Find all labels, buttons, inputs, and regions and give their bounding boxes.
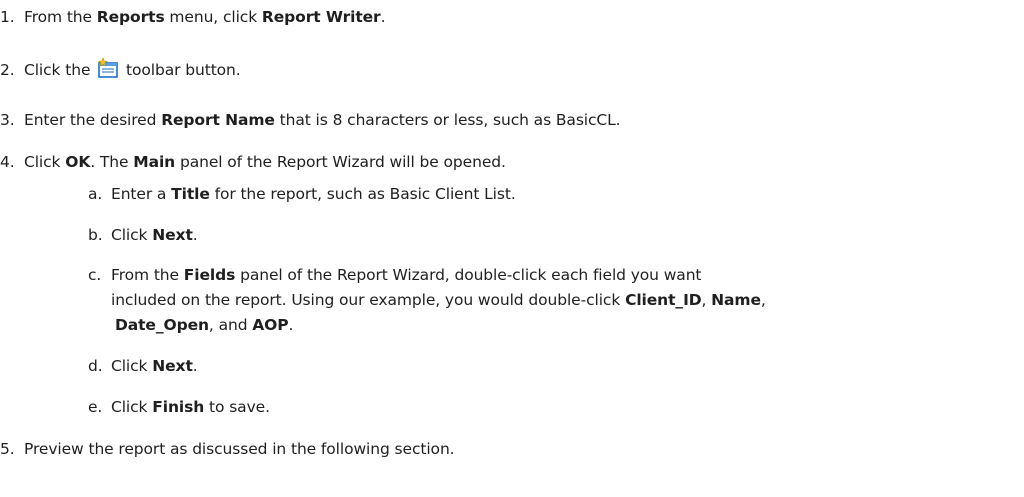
substep-marker: d. [88,357,103,375]
instructions-document: 1. From the Reports menu, click Report Wr… [0,0,1024,497]
step-4: 4. Click OK. The Main panel of the Report… [0,153,506,171]
step-2: 2. Click the toolbar button. [0,57,241,81]
button-name-next: Next [152,226,193,244]
substep-marker: a. [88,185,103,203]
step-4e: e. Click Finish to save. [88,398,270,416]
field-name-title: Title [171,185,210,203]
step-4c-continuation: included on the report. Using our exampl… [111,291,766,309]
button-name-next: Next [152,357,193,375]
substep-marker: b. [88,226,103,244]
step-number: 1. [0,8,15,26]
step-number: 4. [0,153,15,171]
step-4a: a. Enter a Title for the report, such as … [88,185,516,203]
panel-name-main: Main [133,153,176,171]
substep-marker: c. [88,266,102,284]
step-number: 2. [0,61,15,79]
step-3: 3. Enter the desired Report Name that is … [0,111,621,129]
step-4b: b. Click Next. [88,226,198,244]
field-name: Name [711,291,761,309]
field-date-open: Date_Open [115,316,209,334]
step-5: 5. Preview the report as discussed in the… [0,440,455,458]
field-aop: AOP [252,316,289,334]
button-name-ok: OK [65,153,91,171]
step-number: 3. [0,111,15,129]
step-number: 5. [0,440,15,458]
menu-item-report-writer: Report Writer [261,8,381,26]
step-4c: c. From the Fields panel of the Report Wi… [88,266,702,284]
step-4d: d. Click Next. [88,357,198,375]
field-client-id: Client_ID [625,291,702,309]
button-name-finish: Finish [152,398,205,416]
step-4c-continuation-2: Date_Open, and AOP. [115,316,294,334]
menu-name-reports: Reports [96,8,165,26]
panel-name-fields: Fields [183,266,236,284]
substep-marker: e. [88,398,103,416]
new-report-wizard-icon [97,57,119,79]
field-name-report-name: Report Name [161,111,275,129]
step-1: 1. From the Reports menu, click Report Wr… [0,8,386,26]
